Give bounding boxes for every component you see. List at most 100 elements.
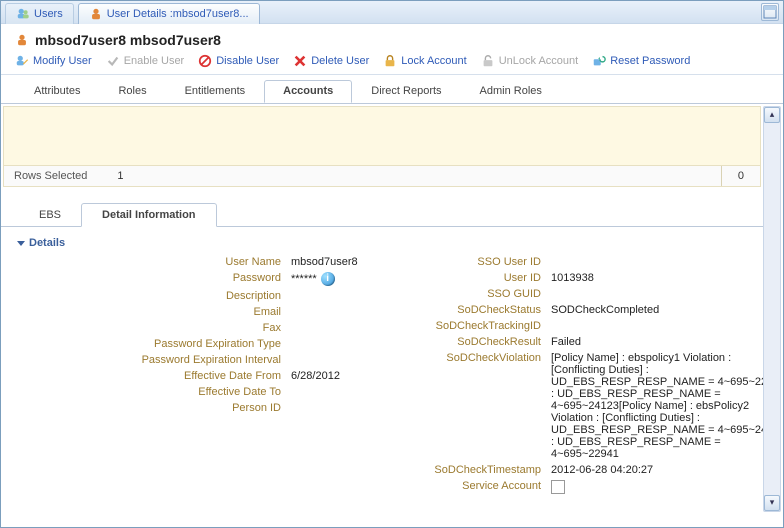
field-value-person-id (291, 401, 411, 415)
scroll-up-arrow[interactable]: ▴ (764, 107, 780, 123)
field-label: Description (81, 289, 281, 303)
tab-label: Entitlements (185, 85, 246, 97)
field-label: SoDCheckViolation (411, 351, 541, 461)
field-value-sod-timestamp: 2012-06-28 04:20:27 (551, 463, 763, 477)
tab-ebs[interactable]: EBS (19, 204, 81, 226)
field-label: Person ID (81, 401, 281, 415)
field-label: Password (81, 271, 281, 287)
field-value-description (291, 289, 411, 303)
check-icon (106, 54, 120, 68)
tab-label: Admin Roles (480, 85, 542, 97)
lock-icon (383, 54, 397, 68)
details-section-header[interactable]: Details (1, 227, 763, 255)
field-value-sod-status: SODCheckCompleted (551, 303, 763, 317)
reset-password-icon (592, 54, 606, 68)
collapse-icon (17, 241, 25, 246)
delete-icon (293, 54, 307, 68)
field-value-sso-user-id (551, 255, 763, 269)
action-label: Disable User (216, 55, 279, 67)
prohibit-icon (198, 54, 212, 68)
field-label: Effective Date To (81, 385, 281, 399)
field-label: Fax (81, 321, 281, 335)
tab-label: Attributes (34, 85, 80, 97)
action-label: Enable User (124, 55, 185, 67)
field-label: SoDCheckTimestamp (411, 463, 541, 477)
field-value-effective-from: 6/28/2012 (291, 369, 411, 383)
field-label: Password Expiration Type (81, 337, 281, 351)
tab-entitlements[interactable]: Entitlements (166, 80, 265, 103)
tab-roles[interactable]: Roles (99, 80, 165, 103)
user-icon (89, 7, 103, 21)
tab-admin-roles[interactable]: Admin Roles (461, 80, 561, 103)
field-value-sso-guid (551, 287, 763, 301)
field-value-pw-exp-type (291, 337, 411, 351)
content-scroll-area: ▴ ▾ Rows Selected 1 0 EBS Detail Informa… (1, 104, 783, 514)
field-value-pw-exp-interval (291, 353, 411, 367)
field-label: SoDCheckResult (411, 335, 541, 349)
field-value-effective-to (291, 385, 411, 399)
info-icon[interactable]: i (321, 272, 335, 286)
action-toolbar: Modify User Enable User Disable User Del… (1, 54, 783, 75)
tab-detail-information[interactable]: Detail Information (81, 203, 217, 227)
scroll-down-arrow[interactable]: ▾ (764, 495, 780, 511)
results-band (3, 106, 761, 166)
panel-collapse-button[interactable] (761, 3, 779, 21)
reset-password-action[interactable]: Reset Password (592, 54, 690, 68)
password-mask: ****** (291, 273, 317, 285)
field-label: Password Expiration Interval (81, 353, 281, 367)
field-value-user-name: mbsod7user8 (291, 255, 411, 269)
action-label: Lock Account (401, 55, 466, 67)
users-icon (16, 7, 30, 21)
tab-accounts[interactable]: Accounts (264, 80, 352, 103)
tab-direct-reports[interactable]: Direct Reports (352, 80, 460, 103)
delete-user-action[interactable]: Delete User (293, 54, 369, 68)
user-icon (15, 33, 29, 47)
field-label: SSO GUID (411, 287, 541, 301)
detail-tab-bar: EBS Detail Information (1, 193, 763, 227)
field-label: Service Account (411, 479, 541, 498)
vertical-scrollbar[interactable]: ▴ ▾ (763, 106, 781, 512)
page-title: mbsod7user8 mbsod7user8 (35, 32, 221, 48)
action-label: Reset Password (610, 55, 690, 67)
field-value-password: ****** i (291, 271, 411, 287)
page-header: mbsod7user8 mbsod7user8 (1, 24, 783, 54)
field-value-user-id: 1013938 (551, 271, 763, 285)
tab-label: Direct Reports (371, 85, 441, 97)
tab-label: EBS (39, 209, 61, 221)
rows-zero-box: 0 (721, 166, 760, 186)
enable-user-action: Enable User (106, 54, 185, 68)
content-tab-bar: Attributes Roles Entitlements Accounts D… (1, 74, 783, 103)
module-tab-label: User Details :mbsod7user8... (107, 8, 249, 20)
module-tab-bar: Users User Details :mbsod7user8... (1, 1, 783, 24)
module-tab-label: Users (34, 8, 63, 20)
field-label: Email (81, 305, 281, 319)
field-label: User Name (81, 255, 281, 269)
tab-label: Roles (118, 85, 146, 97)
tab-label: Accounts (283, 85, 333, 97)
rows-selected-count: 1 (97, 166, 143, 186)
field-label: SoDCheckTrackingID (411, 319, 541, 333)
rows-selected-label: Rows Selected (4, 166, 97, 186)
details-header-label: Details (29, 237, 65, 249)
edit-user-icon (15, 54, 29, 68)
lock-account-action[interactable]: Lock Account (383, 54, 466, 68)
tab-attributes[interactable]: Attributes (15, 80, 99, 103)
field-value-sod-violation: [Policy Name] : ebspolicy1 Violation : [… (551, 351, 763, 461)
tab-label: Detail Information (102, 209, 196, 221)
field-label: Effective Date From (81, 369, 281, 383)
field-value-service-account (551, 479, 763, 498)
modify-user-action[interactable]: Modify User (15, 54, 92, 68)
module-tab-users[interactable]: Users (5, 3, 74, 24)
unlock-account-action: UnLock Account (481, 54, 579, 68)
disable-user-action[interactable]: Disable User (198, 54, 279, 68)
field-label: User ID (411, 271, 541, 285)
field-value-sod-tracking (551, 319, 763, 333)
field-value-fax (291, 321, 411, 335)
service-account-checkbox[interactable] (551, 480, 565, 494)
action-label: Delete User (311, 55, 369, 67)
module-tab-user-details[interactable]: User Details :mbsod7user8... (78, 3, 260, 24)
action-label: UnLock Account (499, 55, 579, 67)
unlock-icon (481, 54, 495, 68)
details-fields: User Name mbsod7user8 Password ****** i D… (1, 255, 763, 498)
action-label: Modify User (33, 55, 92, 67)
